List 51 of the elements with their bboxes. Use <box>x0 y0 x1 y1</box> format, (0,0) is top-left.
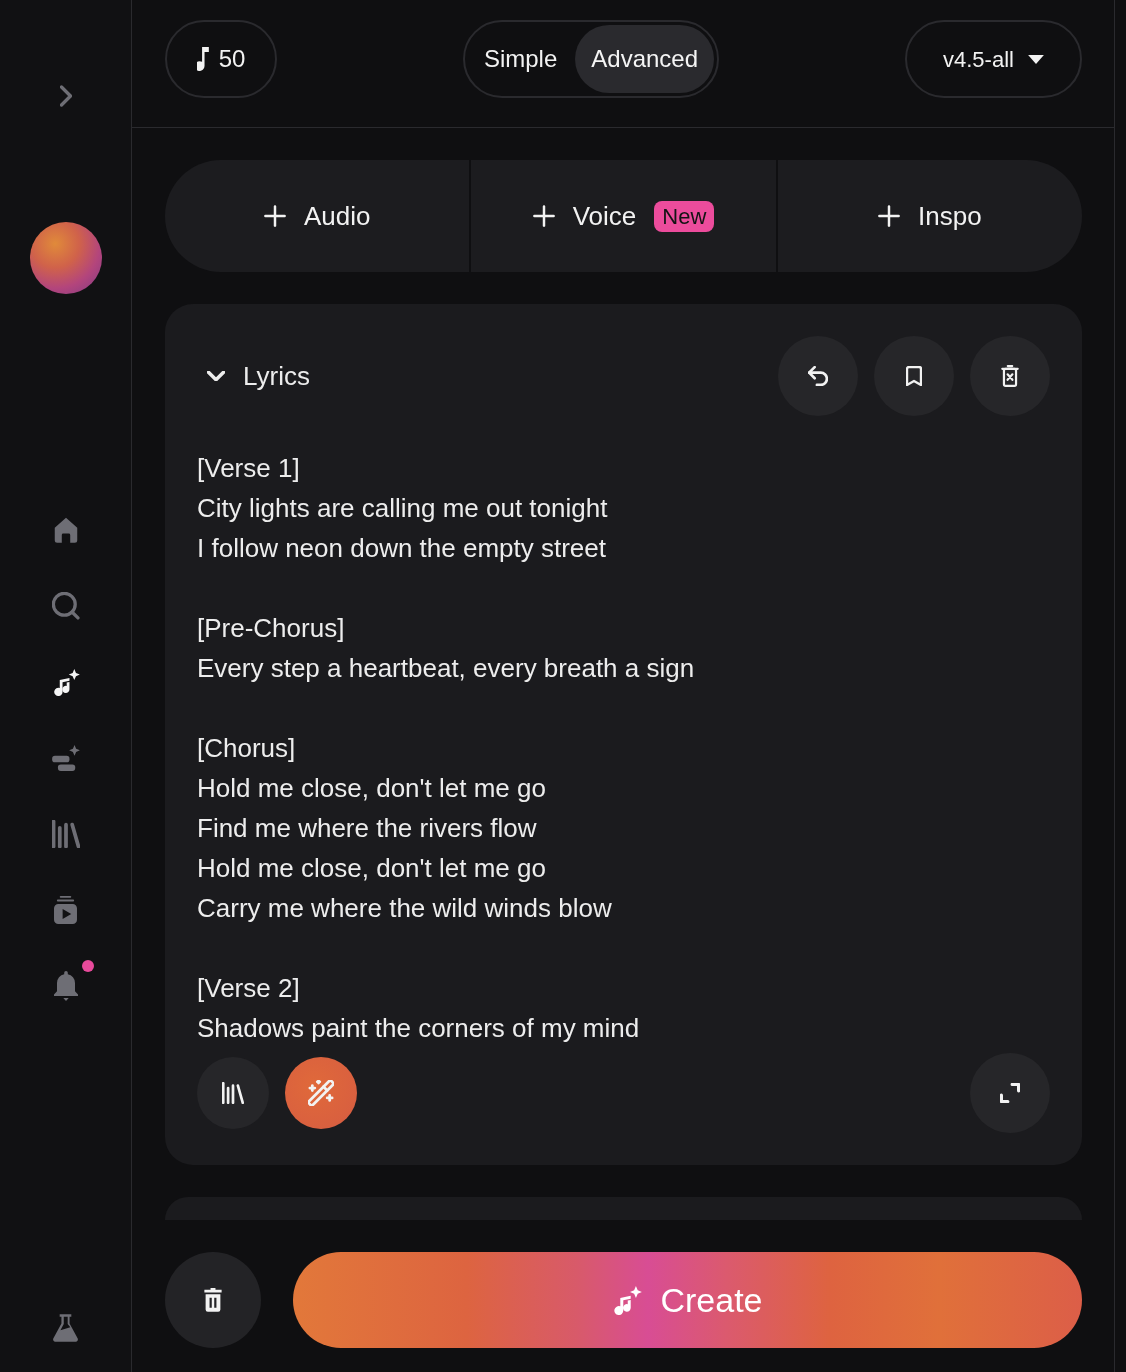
add-button-label: Voice <box>572 199 637 233</box>
chevron-right-icon <box>59 84 72 108</box>
music-sparkle-icon <box>51 668 80 696</box>
lyrics-toggle[interactable]: Lyrics <box>197 356 310 396</box>
plus-icon <box>878 205 900 227</box>
plus-icon <box>532 205 555 227</box>
magic-wand-icon <box>308 1080 334 1106</box>
undo-icon <box>808 366 828 386</box>
trash-icon <box>204 1288 222 1312</box>
flask-icon <box>53 1314 78 1342</box>
mode-tab[interactable]: Advanced <box>575 25 715 93</box>
create-button[interactable]: Create <box>293 1252 1082 1348</box>
lyrics-line: Every step a heartbeat, every breath a sign <box>197 652 695 685</box>
section-heading: [Verse 2] <box>197 972 300 1005</box>
new-badge: New <box>654 200 715 232</box>
lyrics-line: I follow neon down the empty street <box>197 532 606 565</box>
lyrics-line: Hold me close, don't let me go <box>197 772 546 805</box>
bookmark-icon <box>906 366 922 386</box>
search-icon <box>51 592 80 620</box>
credits-pill[interactable]: 50 <box>165 20 277 98</box>
music-note-icon <box>196 47 209 71</box>
mode-tab[interactable]: Simple <box>467 25 574 93</box>
library-icon <box>51 820 80 848</box>
bars-sparkle-icon <box>51 745 80 771</box>
lyrics-line: Carry me where the wild winds blow <box>197 892 612 925</box>
add-button-label: Audio <box>303 199 371 233</box>
create-label: Create <box>660 1279 763 1321</box>
add-button[interactable]: Audio <box>165 160 470 272</box>
section-heading: [Chorus] <box>197 732 296 765</box>
lyrics-line: City lights are calling me out tonight <box>197 492 608 525</box>
lyrics-line: Find me where the rivers flow <box>197 812 537 845</box>
caret-down-icon <box>1027 54 1044 64</box>
home-icon <box>53 517 78 543</box>
lyrics-line: Shadows paint the corners of my mind <box>197 1012 640 1045</box>
plus-icon <box>263 205 286 227</box>
add-button-label: Inspo <box>918 199 982 233</box>
lyrics-line: Hold me close, don't let me go <box>197 852 546 885</box>
trash-x-icon <box>1001 365 1019 387</box>
model-value: v4.5-all <box>943 45 1014 74</box>
add-button[interactable]: Voice New <box>471 160 776 272</box>
section-heading: [Pre-Chorus] <box>197 612 345 645</box>
play-stack-icon <box>54 896 77 924</box>
music-sparkle-icon <box>612 1285 643 1315</box>
bell-icon <box>53 971 78 1001</box>
model-dropdown[interactable]: v4.5-all <box>905 20 1082 98</box>
lyrics-title: Lyrics <box>243 359 310 393</box>
section-heading: [Verse 1] <box>197 452 300 485</box>
expand-icon <box>1000 1083 1020 1103</box>
add-button[interactable]: Inspo <box>777 160 1082 272</box>
library-icon <box>222 1082 244 1104</box>
credits-count: 50 <box>218 44 246 74</box>
